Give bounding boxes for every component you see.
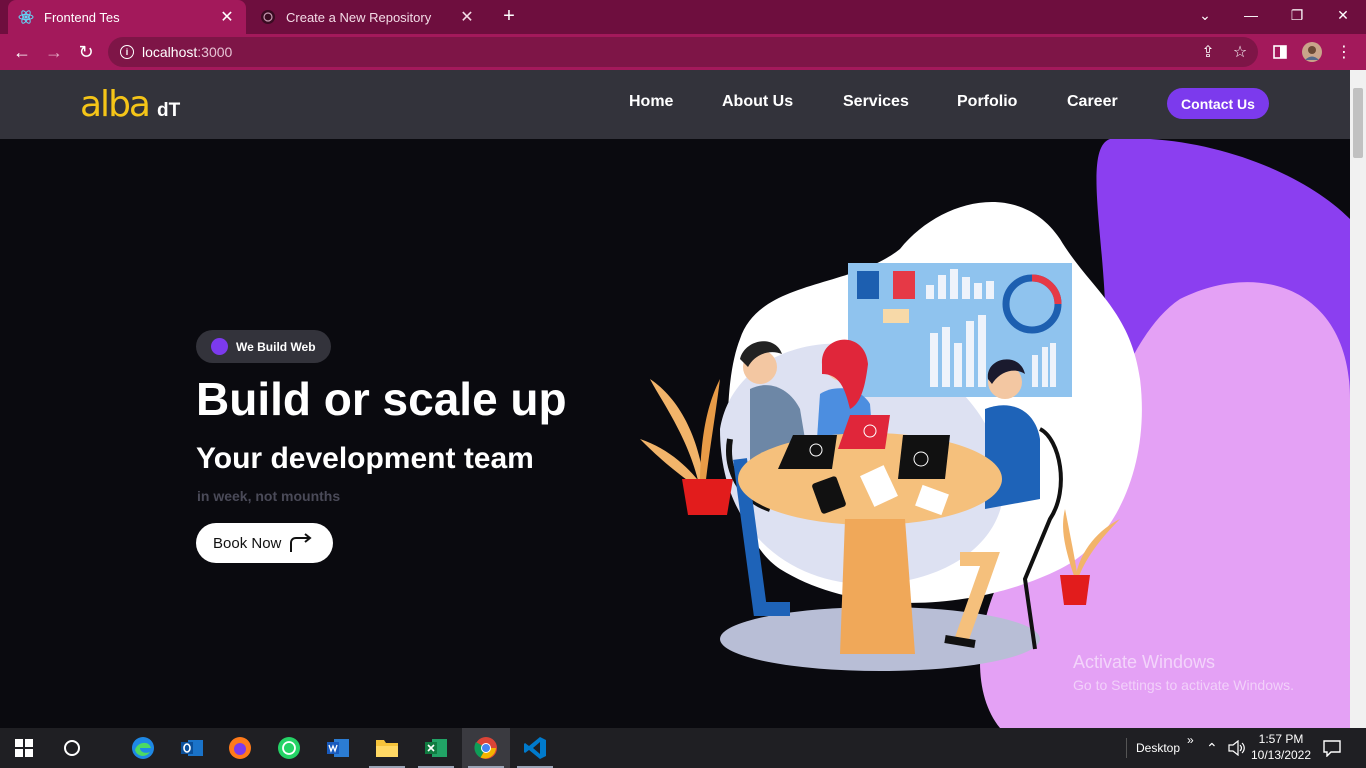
back-arrow-icon[interactable]: ← (10, 40, 34, 64)
outlook-icon[interactable] (168, 728, 216, 768)
site-header: alba dT Home About Us Services Porfolio … (0, 70, 1350, 139)
reload-icon[interactable]: ↻ (74, 40, 98, 64)
hero-title: Build or scale up (196, 373, 567, 425)
hero-illustration (640, 139, 1350, 728)
clock-date: 10/13/2022 (1250, 748, 1312, 762)
side-panel-icon[interactable] (1268, 40, 1292, 64)
nav-portfolio[interactable]: Porfolio (957, 93, 1017, 111)
site-logo[interactable]: alba dT (80, 84, 180, 125)
contact-us-button[interactable]: Contact Us (1167, 88, 1269, 119)
edge-icon[interactable] (119, 728, 167, 768)
activate-windows-title: Activate Windows (1073, 652, 1216, 672)
firefox-icon[interactable] (216, 728, 264, 768)
hero-badge: We Build Web (196, 330, 331, 363)
tab-search-chevron-icon[interactable]: ⌄ (1182, 0, 1228, 30)
tab-title: Create a New Repository (286, 9, 432, 25)
close-window-button[interactable]: ✕ (1320, 0, 1366, 30)
clock-time: 1:57 PM (1258, 732, 1304, 746)
file-explorer-icon[interactable] (363, 728, 411, 768)
address-host: localhost (142, 44, 198, 60)
arrow-forward-icon (290, 533, 312, 552)
show-hidden-icons-chevron-icon[interactable]: ⌃ (1206, 728, 1218, 768)
nav-career[interactable]: Career (1067, 93, 1118, 111)
excel-icon[interactable] (412, 728, 460, 768)
nav-home[interactable]: Home (629, 93, 673, 111)
windows-taskbar: Desktop » ⌃ 1:57 PM 10/13/2022 (0, 728, 1366, 768)
nav-about-us[interactable]: About Us (722, 93, 793, 111)
new-tab-button[interactable]: + (498, 5, 520, 27)
chrome-icon[interactable] (462, 728, 510, 768)
start-icon[interactable] (0, 728, 48, 768)
address-bar[interactable]: i localhost:3000 (108, 37, 1258, 67)
book-now-label: Book Now (213, 534, 282, 552)
site-info-icon[interactable]: i (120, 45, 134, 59)
nav-services[interactable]: Services (843, 93, 909, 111)
vscode-icon[interactable] (511, 728, 559, 768)
profile-avatar[interactable] (1300, 40, 1324, 64)
hero-tagline: in week, not mounths (197, 488, 341, 504)
volume-icon[interactable] (1228, 728, 1246, 768)
left-plant (640, 379, 733, 515)
whatsapp-icon[interactable] (265, 728, 313, 768)
menu-kebab-icon[interactable]: ⋮ (1332, 40, 1356, 64)
browser-toolbar: ← → ↻ i localhost:3000 ⇪ ☆ ⋮ (0, 34, 1366, 70)
tab-close-icon[interactable]: ✕ (218, 7, 236, 27)
github-icon (260, 9, 276, 25)
logo-suffix: dT (156, 100, 181, 121)
badge-dot-icon (211, 338, 228, 355)
cortana-icon[interactable] (48, 728, 96, 768)
page-viewport: alba dT Home About Us Services Porfolio … (0, 70, 1350, 728)
dashboard-board (848, 263, 1072, 397)
tab-title: Frontend Tes (44, 9, 120, 25)
logo-brand: alba (80, 84, 151, 125)
taskbar-clock[interactable]: 1:57 PM 10/13/2022 (1250, 731, 1312, 763)
react-icon (18, 9, 34, 25)
tab-create-repository[interactable]: Create a New Repository ✕ (250, 0, 486, 34)
book-now-button[interactable]: Book Now (196, 523, 333, 563)
desktop-toolbar-label[interactable]: Desktop (1136, 728, 1180, 768)
tab-close-icon[interactable]: ✕ (458, 7, 476, 27)
badge-label: We Build Web (236, 339, 316, 354)
bookmark-star-icon[interactable]: ☆ (1228, 40, 1252, 64)
forward-arrow-icon[interactable]: → (42, 40, 66, 64)
word-icon[interactable] (314, 728, 362, 768)
share-icon[interactable]: ⇪ (1196, 40, 1220, 64)
restore-button[interactable]: ❐ (1274, 0, 1320, 30)
notification-center-icon[interactable] (1322, 728, 1342, 768)
address-port: :3000 (197, 44, 233, 60)
toolbar-overflow-chevron[interactable]: » (1187, 720, 1194, 760)
tab-frontend-tes[interactable]: Frontend Tes ✕ (8, 0, 246, 34)
page-scrollbar[interactable] (1350, 70, 1366, 728)
browser-tab-strip: Frontend Tes ✕ Create a New Repository ✕… (0, 0, 1366, 34)
hero-subtitle: Your development team (196, 442, 534, 475)
scrollbar-thumb[interactable] (1353, 88, 1363, 158)
activate-windows-body: Go to Settings to activate Windows. (1073, 677, 1294, 693)
taskbar-divider (1126, 738, 1127, 758)
minimize-button[interactable]: — (1228, 0, 1274, 30)
